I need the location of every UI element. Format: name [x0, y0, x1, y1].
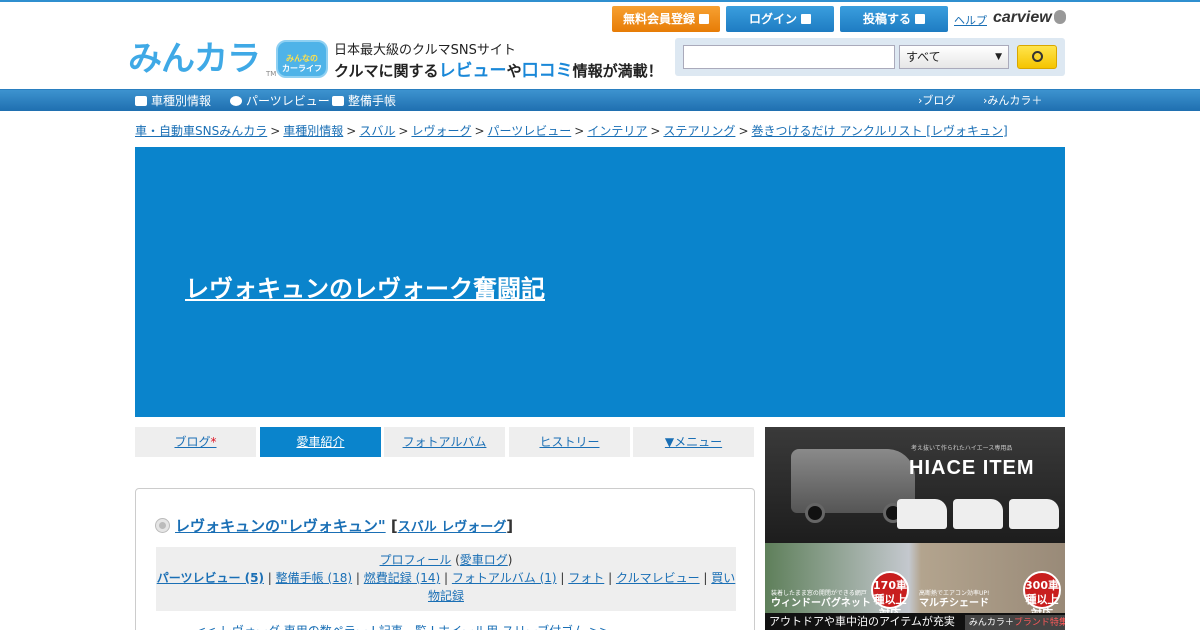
photo-link[interactable]: フォト	[568, 571, 604, 585]
search-button[interactable]	[1017, 45, 1057, 69]
car-review-link[interactable]: クルマレビュー	[616, 571, 700, 585]
breadcrumb-item[interactable]: インテリア	[587, 124, 647, 138]
breadcrumb-item[interactable]: パーツレビュー	[488, 124, 572, 138]
wrench-icon	[332, 96, 344, 106]
ad-brand-label: みんカラ＋ブランド特集	[964, 615, 1065, 630]
carview-mark-icon	[1053, 10, 1066, 24]
search-category-select[interactable]: すべて ▼	[899, 45, 1009, 69]
maintenance-link[interactable]: 整備手帳 (18)	[276, 571, 352, 585]
fuel-log-link[interactable]: 燃費記録 (14)	[364, 571, 440, 585]
tagline-secondary: クルマに関するレビューや口コミ情報が満載！	[334, 61, 663, 81]
nav-car-info[interactable]: 車種別情報	[135, 90, 211, 112]
minkara-logo[interactable]: みんカラ TM	[128, 38, 276, 80]
logo-tm: TM	[266, 70, 277, 78]
post-button[interactable]: 投稿する	[840, 6, 948, 32]
bullet-icon	[156, 519, 169, 532]
ad-left-badge: 170車種以上対応	[871, 571, 909, 620]
register-button[interactable]: 無料会員登録	[612, 6, 720, 32]
shopping-log-link-cont[interactable]: 物記録	[428, 589, 464, 603]
blog-title-link[interactable]: レヴォキュンのレヴォーク奮闘記	[185, 269, 545, 304]
ad-right-caption: マルチシェード	[919, 598, 989, 609]
search-box: すべて ▼	[675, 38, 1065, 76]
logo-text: みんカラ	[128, 39, 261, 79]
tab-menu[interactable]: ▼メニュー	[633, 427, 754, 457]
breadcrumb-item[interactable]: レヴォーグ	[411, 124, 471, 138]
hiace-ad-banner[interactable]: 考え抜いて作られたハイエース専用品 HIACE ITEM 装着したまま窓の開閉が…	[765, 427, 1065, 630]
blog-banner: レヴォキュンのレヴォーク奮闘記	[135, 147, 1065, 417]
badge-line1: みんなの	[286, 54, 318, 63]
lock-icon	[801, 14, 811, 24]
breadcrumb-item[interactable]: 巻きつけるだけ アンクルリスト [レヴォキュン]	[752, 124, 1008, 138]
gear-icon	[230, 96, 242, 106]
search-icon	[1032, 51, 1043, 62]
tab-my-car[interactable]: 愛車紹介	[260, 427, 381, 457]
pencil-icon	[915, 14, 925, 24]
car-log-link[interactable]: 愛車ログ	[460, 553, 508, 567]
tab-blog[interactable]: ブログ*	[135, 427, 256, 457]
login-button[interactable]: ログイン	[726, 6, 834, 32]
arrow-right-icon	[699, 14, 709, 24]
ad-title: HIACE ITEM	[909, 457, 1035, 479]
car-model-link[interactable]: スバル レヴォーグ	[398, 520, 507, 535]
breadcrumb-item[interactable]: 車・自動車SNSみんカラ	[135, 124, 267, 138]
tab-history[interactable]: ヒストリー	[509, 427, 630, 457]
car-profile-panel: レヴォキュンの"レヴォキュン" [スバル レヴォーグ] プロフィール (愛車ログ…	[135, 488, 755, 630]
nav-maintenance[interactable]: 整備手帳	[332, 90, 396, 112]
prev-next-nav[interactable]: << レヴォーグ 専用の数ペラー I 記事一覧 I ホイール用 スリーブ付ゴム …	[196, 622, 609, 630]
ad-top-image: 考え抜いて作られたハイエース専用品 HIACE ITEM	[765, 427, 1065, 543]
breadcrumb-item[interactable]: スバル	[359, 124, 395, 138]
breadcrumb-item[interactable]: 車種別情報	[283, 124, 343, 138]
badge-line2: カーライフ	[282, 64, 322, 73]
search-input[interactable]	[683, 45, 895, 69]
nav-parts-review[interactable]: パーツレビュー	[230, 90, 330, 112]
profile-link[interactable]: プロフィール	[380, 553, 452, 567]
car-icon	[135, 96, 147, 106]
shopping-log-link[interactable]: 買い	[711, 571, 735, 585]
breadcrumb-item[interactable]: ステアリング	[663, 124, 735, 138]
car-profile-links: プロフィール (愛車ログ) パーツレビュー (5) | 整備手帳 (18) | …	[156, 547, 736, 611]
car-profile-title: レヴォキュンの"レヴォキュン" [スバル レヴォーグ]	[156, 515, 513, 536]
nav-minkara-plus[interactable]: ›みんカラ＋	[983, 90, 1042, 112]
breadcrumb: 車・自動車SNSみんカラ > 車種別情報 > スバル > レヴォーグ > パーツレビュー > インテ…	[135, 124, 1008, 138]
ad-products-image: 装着したまま窓の開閉ができる網戸 ウィンドーバグネット 170車種以上対応 高断…	[765, 543, 1065, 620]
car-name-link[interactable]: レヴォキュンの"レヴォキュン"	[175, 517, 386, 535]
top-accent-line	[0, 0, 1200, 2]
carview-logo[interactable]: carview	[993, 9, 1066, 27]
nav-blog[interactable]: ›ブログ	[918, 90, 955, 112]
photo-album-link[interactable]: フォトアルバム (1)	[452, 571, 557, 585]
help-link[interactable]: ヘルプ	[954, 12, 987, 28]
ad-left-caption: ウィンドーバグネット	[771, 598, 871, 609]
tab-photo-album[interactable]: フォトアルバム	[384, 427, 505, 457]
ad-subtitle: 考え抜いて作られたハイエース専用品	[911, 445, 1013, 452]
ad-footer: アウトドアや車中泊のアイテムが充実 みんカラ＋ブランド特集	[765, 613, 1065, 630]
parts-review-link[interactable]: パーツレビュー (5)	[157, 571, 264, 585]
global-nav: 車種別情報 パーツレビュー 整備手帳 ›ブログ ›みんカラ＋	[0, 89, 1200, 111]
minna-no-carlife-badge: みんなの カーライフ	[276, 40, 328, 78]
dropdown-caret-icon: ▼	[995, 52, 1002, 62]
ad-right-badge: 300車種以上対応	[1023, 571, 1061, 620]
